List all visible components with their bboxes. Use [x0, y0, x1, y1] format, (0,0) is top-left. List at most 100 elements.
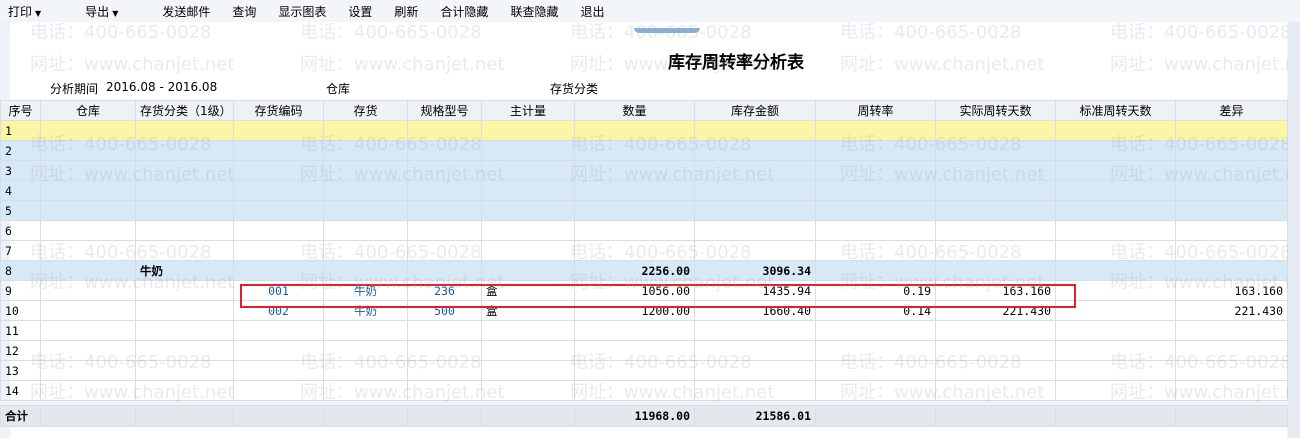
table-cell: 2	[0, 140, 41, 161]
column-header[interactable]: 存货分类（1级）	[135, 100, 234, 121]
report-table: 序号 仓库 存货分类（1级） 存货编码 存货 规格型号 主计量 数量 库存金额 周转率 实际周转天数…	[0, 100, 1288, 427]
table-row[interactable]: 1	[0, 120, 1288, 141]
table-cell	[694, 380, 816, 401]
table-cell	[40, 220, 136, 241]
table-cell	[40, 140, 136, 161]
column-header[interactable]: 实际周转天数	[935, 100, 1056, 121]
toolbar-button-8[interactable]: 联查隐藏	[510, 3, 558, 20]
total-cell	[233, 405, 324, 427]
table-cell	[135, 140, 234, 161]
table-cell	[323, 240, 408, 261]
toolbar-button-0[interactable]: 打印 ▼	[8, 3, 63, 20]
table-cell	[935, 160, 1056, 181]
table-row[interactable]: 3	[0, 160, 1288, 181]
table-cell	[481, 360, 575, 381]
toolbar-button-6[interactable]: 刷新	[394, 3, 418, 20]
table-cell	[233, 260, 324, 281]
column-header[interactable]: 序号	[0, 100, 41, 121]
table-cell	[323, 180, 408, 201]
table-cell	[574, 120, 695, 141]
toolbar-button-3[interactable]: 查询	[232, 3, 256, 20]
column-header[interactable]: 库存金额	[694, 100, 816, 121]
column-header[interactable]: 存货编码	[233, 100, 324, 121]
column-header[interactable]: 周转率	[815, 100, 936, 121]
table-cell	[323, 320, 408, 341]
table-cell	[1055, 240, 1176, 261]
total-cell	[135, 405, 234, 427]
table-cell	[135, 360, 234, 381]
vertical-scrollbar[interactable]	[1288, 22, 1300, 438]
table-cell	[815, 340, 936, 361]
table-row[interactable]: 5	[0, 200, 1288, 221]
table-cell	[1055, 220, 1176, 241]
table-cell	[815, 320, 936, 341]
table-row[interactable]: 6	[0, 220, 1288, 241]
table-row[interactable]: 7	[0, 240, 1288, 261]
table-cell	[135, 120, 234, 141]
table-cell	[1175, 200, 1288, 221]
toolbar-button-4[interactable]: 显示图表	[278, 3, 326, 20]
toolbar-button-9[interactable]: 退出	[580, 3, 604, 20]
table-cell	[815, 380, 936, 401]
table-cell	[481, 200, 575, 221]
toolbar-button-2[interactable]: 发送邮件	[162, 3, 210, 20]
table-row[interactable]: 13	[0, 360, 1288, 381]
table-cell	[1175, 260, 1288, 281]
table-cell: 5	[0, 200, 41, 221]
collapse-handle[interactable]	[634, 28, 700, 33]
table-row[interactable]: 4	[0, 180, 1288, 201]
table-cell	[40, 340, 136, 361]
table-cell	[1055, 120, 1176, 141]
table-cell	[135, 160, 234, 181]
toolbar-label: 发送邮件	[162, 4, 211, 19]
total-cell	[323, 405, 408, 427]
table-cell	[694, 220, 816, 241]
column-header[interactable]: 标准周转天数	[1055, 100, 1176, 121]
table-cell	[1175, 120, 1288, 141]
table-cell	[40, 240, 136, 261]
table-row[interactable]: 2	[0, 140, 1288, 161]
table-cell	[233, 180, 324, 201]
column-header[interactable]: 差异	[1175, 100, 1288, 121]
table-cell	[574, 340, 695, 361]
table-cell: 牛奶	[135, 260, 234, 281]
column-header[interactable]: 存货	[323, 100, 408, 121]
column-header[interactable]: 数量	[574, 100, 695, 121]
table-row[interactable]: 14	[0, 380, 1288, 401]
table-cell	[40, 260, 136, 281]
table-row[interactable]: 12	[0, 340, 1288, 361]
table-cell	[694, 340, 816, 361]
table-cell	[694, 160, 816, 181]
table-cell: 3096.34	[694, 260, 816, 281]
table-cell	[135, 200, 234, 221]
highlight-box	[240, 284, 1076, 308]
table-cell	[407, 180, 482, 201]
table-cell	[233, 120, 324, 141]
table-row[interactable]: 11	[0, 320, 1288, 341]
dropdown-arrow-icon: ▼	[35, 8, 42, 18]
table-cell	[40, 180, 136, 201]
toolbar-button-5[interactable]: 设置	[348, 3, 372, 20]
table-cell	[135, 180, 234, 201]
table-row[interactable]: 8 牛奶 2256.00 3096.34	[0, 260, 1288, 281]
toolbar-label: 打印	[8, 4, 33, 19]
period-label: 分析期间	[50, 82, 99, 96]
column-header[interactable]: 主计量	[481, 100, 575, 121]
table-cell	[407, 120, 482, 141]
table-cell	[407, 200, 482, 221]
table-cell	[40, 360, 136, 381]
toolbar-label: 合计隐藏	[440, 4, 489, 19]
column-header[interactable]: 仓库	[40, 100, 136, 121]
toolbar-button-1[interactable]: 导出 ▼	[85, 3, 140, 20]
table-cell	[935, 260, 1056, 281]
toolbar-button-7[interactable]: 合计隐藏	[440, 3, 488, 20]
table-cell	[407, 140, 482, 161]
column-header[interactable]: 规格型号	[407, 100, 482, 121]
table-cell	[1175, 220, 1288, 241]
table-cell	[40, 300, 136, 321]
total-cell	[40, 405, 136, 427]
table-cell: 10	[0, 300, 41, 321]
period-value: 2016.08 - 2016.08	[106, 80, 218, 94]
table-cell	[481, 240, 575, 261]
table-cell	[1175, 180, 1288, 201]
